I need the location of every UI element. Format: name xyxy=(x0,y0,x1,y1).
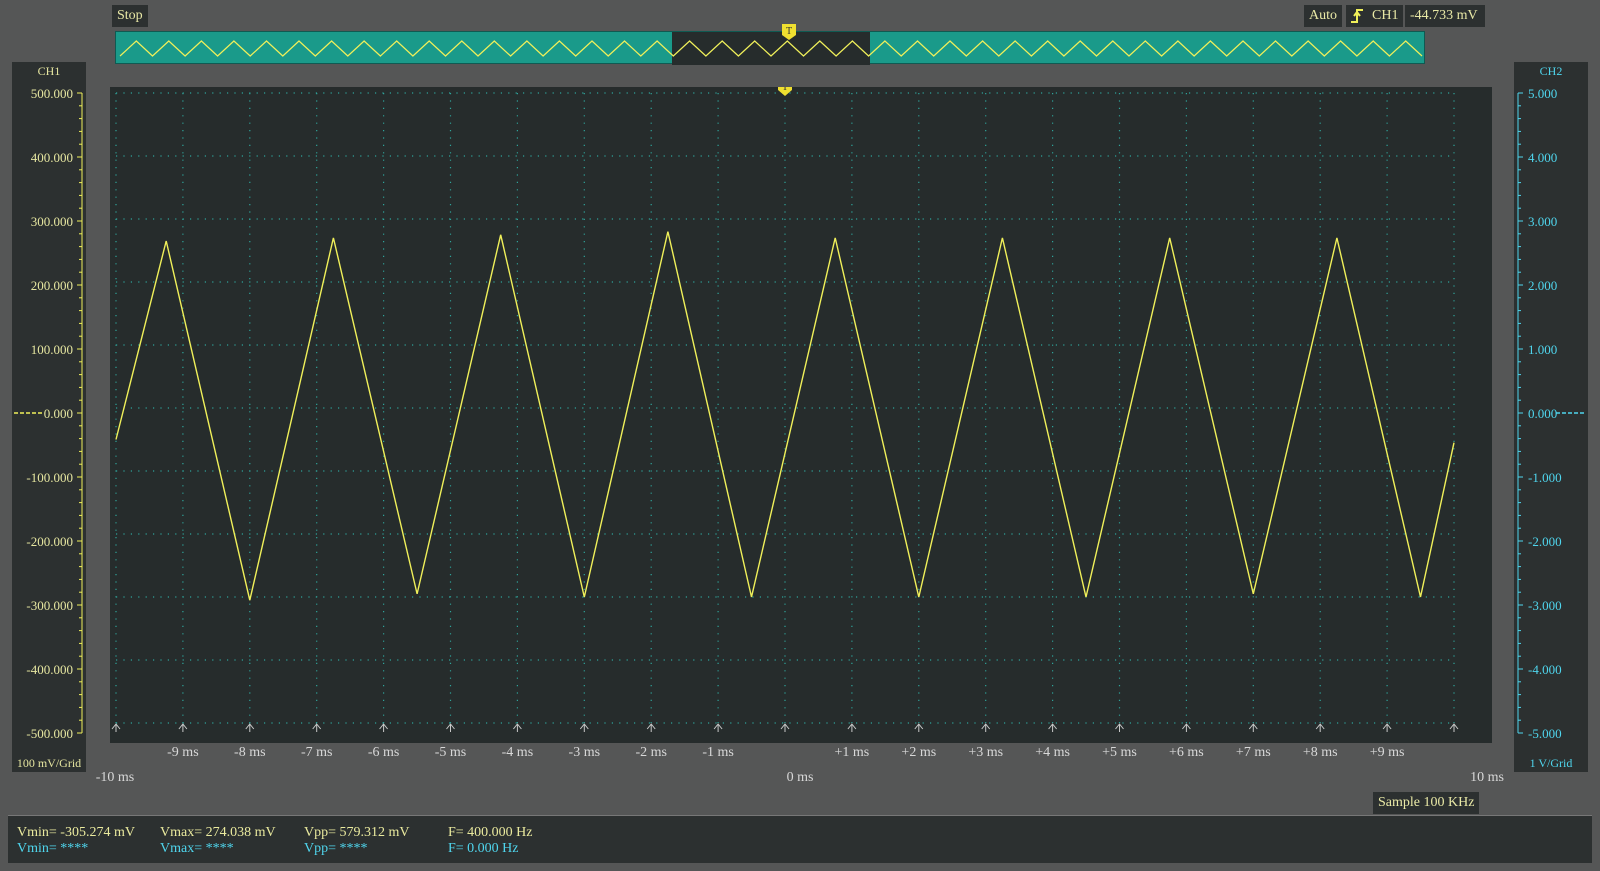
time-tick xyxy=(579,723,589,732)
measurement-panel: Vmin= -305.274 mV Vmax= 274.038 mV Vpp= … xyxy=(8,815,1592,863)
axis-tick-label: -3.000 xyxy=(1528,598,1562,613)
axis-tick-label: -2.000 xyxy=(1528,534,1562,549)
time-end-label: 10 ms xyxy=(1470,770,1504,785)
axis-tick-label: -300.000 xyxy=(26,598,73,613)
trigger-mode-button[interactable]: Auto xyxy=(1304,5,1342,27)
overview-trigger-marker[interactable]: T xyxy=(781,23,797,46)
plot-grid xyxy=(115,92,1455,724)
time-tick-label: -1 ms xyxy=(702,745,734,760)
time-tick xyxy=(1382,723,1392,732)
time-tick xyxy=(312,723,322,732)
ch1-freq: F= 400.000 Hz xyxy=(448,825,533,840)
svg-text:T: T xyxy=(786,26,792,37)
time-tick xyxy=(1248,723,1258,732)
time-tick-label: +7 ms xyxy=(1235,745,1271,760)
axis-tick-label: 0.000 xyxy=(44,406,73,421)
time-center-label: 0 ms xyxy=(786,770,814,785)
time-tick xyxy=(1048,723,1057,732)
time-tick-label: +6 ms xyxy=(1169,745,1204,760)
ch1-vmax: Vmax= 274.038 mV xyxy=(160,825,276,840)
ch2-label: CH2 xyxy=(1514,62,1588,80)
ch2-vpp: Vpp= **** xyxy=(304,841,368,856)
ch2-scale-readout[interactable]: 1 V/Grid xyxy=(1514,754,1588,772)
time-tick xyxy=(513,723,522,732)
time-tick xyxy=(245,723,255,732)
time-tick xyxy=(1115,723,1124,732)
ch1-scale-readout[interactable]: 100 mV/Grid xyxy=(12,754,86,772)
time-tick-label: -5 ms xyxy=(434,745,467,760)
axis-tick-label: 300.000 xyxy=(31,214,73,229)
axis-tick-label: -400.000 xyxy=(26,662,73,677)
time-tick xyxy=(646,723,656,732)
axis-tick-label: -5.000 xyxy=(1528,726,1562,741)
axis-tick-label: 200.000 xyxy=(31,278,73,293)
time-tick-label: +2 ms xyxy=(901,745,937,760)
trigger-level-readout: -44.733 mV xyxy=(1405,5,1485,27)
axis-tick-label: -200.000 xyxy=(26,534,73,549)
axis-tick-label: 0.000 xyxy=(1528,406,1557,421)
waveform-plot[interactable]: T xyxy=(110,79,1492,743)
time-tick xyxy=(847,723,857,732)
axis-tick-label: 3.000 xyxy=(1528,214,1557,229)
time-tick xyxy=(446,723,455,732)
time-tick xyxy=(1182,723,1191,732)
time-tick-label: -8 ms xyxy=(234,745,266,760)
ch2-vmax: Vmax= **** xyxy=(160,841,234,856)
time-tick xyxy=(780,723,790,732)
time-tick xyxy=(379,723,388,732)
ch2-freq: F= 0.000 Hz xyxy=(448,841,519,856)
time-tick xyxy=(914,723,924,732)
time-tick-label: -6 ms xyxy=(367,745,400,760)
axis-tick-label: -4.000 xyxy=(1528,662,1562,677)
time-start-label: -10 ms xyxy=(95,770,135,785)
axis-tick-label: -100.000 xyxy=(26,470,73,485)
axis-tick-label: 2.000 xyxy=(1528,278,1557,293)
ch2-axis: 5.000 4.000 3.000 2.000 1.000 0.000 -1.000 -2.0… xyxy=(1514,80,1588,754)
time-tick-label: +1 ms xyxy=(834,745,870,760)
time-tick-label: -7 ms xyxy=(300,745,333,760)
overview-view-window xyxy=(672,32,870,65)
time-tick xyxy=(111,723,121,732)
axis-tick-label: 100.000 xyxy=(31,342,73,357)
time-tick-label: +4 ms xyxy=(1035,745,1070,760)
trigger-source-button[interactable]: CH1 xyxy=(1367,5,1404,27)
ch1-vmin: Vmin= -305.274 mV xyxy=(17,825,135,840)
axis-tick-label: -1.000 xyxy=(1528,470,1562,485)
rising-edge-icon[interactable] xyxy=(1346,5,1368,27)
run-stop-button[interactable]: Stop xyxy=(112,5,148,27)
time-tick-label: +3 ms xyxy=(968,745,1004,760)
ch2-vmin: Vmin= **** xyxy=(17,841,89,856)
time-tick-label: -2 ms xyxy=(635,745,667,760)
ch1-vpp: Vpp= 579.312 mV xyxy=(304,825,410,840)
ch1-axis: 500.000 400.000 300.000 200.000 100.000 0.000… xyxy=(12,80,102,754)
time-tick xyxy=(1449,723,1459,732)
axis-tick-label: -500.000 xyxy=(26,726,73,741)
waveform-overview[interactable] xyxy=(115,31,1425,65)
time-tick xyxy=(713,723,723,732)
time-tick xyxy=(981,723,991,732)
axis-tick-label: 500.000 xyxy=(31,86,73,101)
svg-text:T: T xyxy=(782,87,788,93)
time-tick-label: -4 ms xyxy=(501,745,534,760)
ch1-label: CH1 xyxy=(12,62,86,80)
sample-rate-readout[interactable]: Sample 100 KHz xyxy=(1373,792,1480,814)
time-tick-label: +8 ms xyxy=(1302,745,1338,760)
axis-tick-label: 5.000 xyxy=(1528,86,1557,101)
time-tick-label: +9 ms xyxy=(1369,745,1405,760)
axis-tick-label: 4.000 xyxy=(1528,150,1557,165)
axis-tick-label: 400.000 xyxy=(31,150,73,165)
time-tick-label: -3 ms xyxy=(568,745,601,760)
time-tick xyxy=(1315,723,1325,732)
axis-tick-label: 1.000 xyxy=(1528,342,1557,357)
time-tick-label: +5 ms xyxy=(1102,745,1137,760)
plot-trigger-marker: T xyxy=(778,79,792,96)
time-tick-label: -9 ms xyxy=(167,745,199,760)
time-tick xyxy=(178,723,188,732)
